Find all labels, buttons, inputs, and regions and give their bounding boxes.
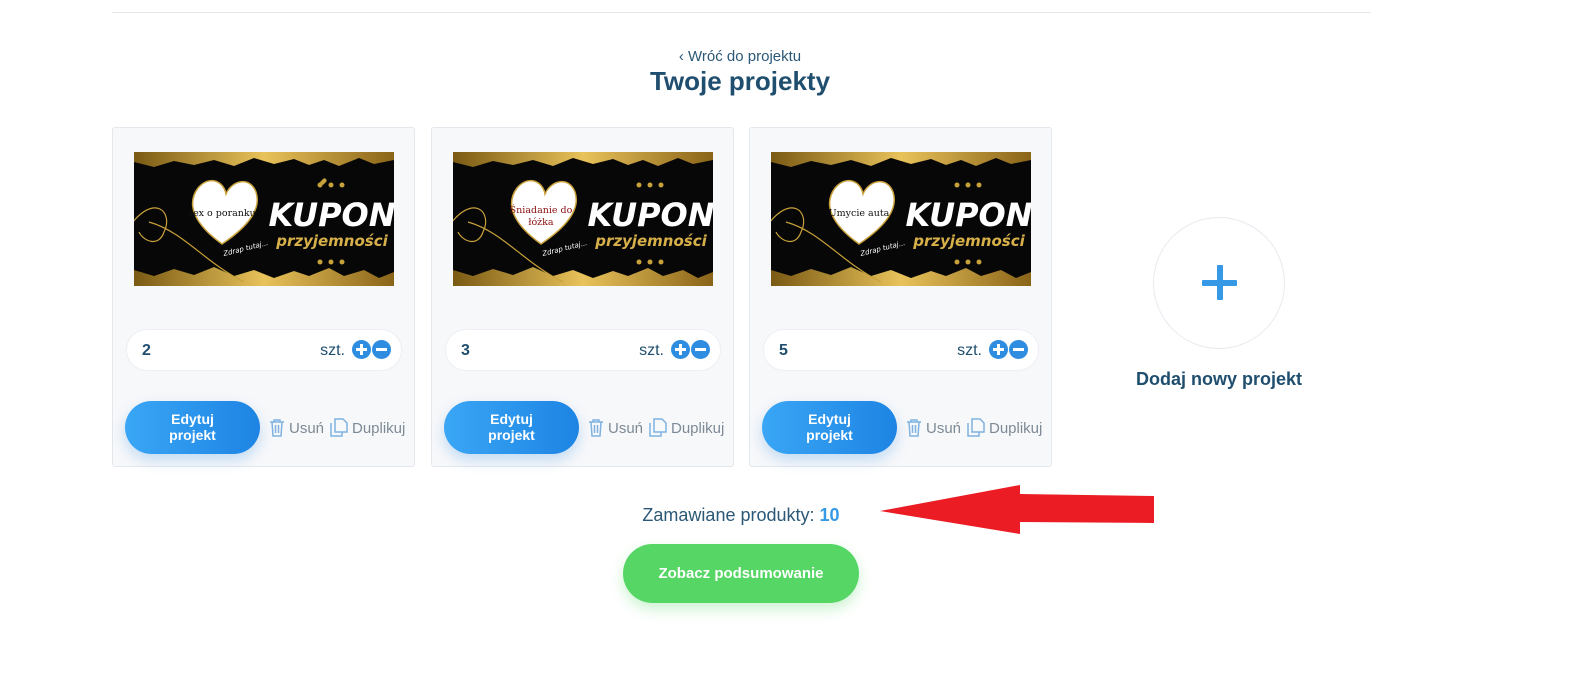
scratch-hint-text: Zdrap tutaj... [222,239,269,258]
copy-icon [967,418,985,437]
edit-button-label-line1: Edytuj [808,411,851,427]
edit-project-button[interactable]: Edytuj projekt [125,401,260,454]
scratch-hint-text: Zdrap tutaj... [859,239,906,258]
edit-button-label-line2: projekt [169,427,216,443]
edit-project-button[interactable]: Edytuj projekt [762,401,897,454]
project-card: Zdrap tutaj... KUPON przyjemności Umycie… [749,127,1052,467]
add-project-button[interactable] [1153,217,1285,349]
edit-button-label-line2: projekt [488,427,535,443]
copy-icon [649,418,667,437]
summary-label: Zamawiane produkty: [642,505,815,525]
project-card: Zdrap tutaj... KUPON przyjemności sex o … [112,127,415,467]
view-summary-button[interactable]: Zobacz podsumowanie [623,544,859,603]
minus-circle-icon[interactable] [372,340,391,359]
quantity-stepper: 5 szt. [763,329,1039,371]
coupon-subtitle: przyjemności [912,232,1025,250]
minus-circle-icon[interactable] [691,340,710,359]
quantity-value[interactable]: 5 [779,342,788,360]
delete-label: Usuń [289,420,325,437]
trash-icon [270,419,284,437]
order-summary: Zamawiane produkty: 10 [0,505,1482,526]
edit-button-label-line1: Edytuj [490,411,533,427]
coupon-thumbnail: Zdrap tutaj... KUPON przyjemności Umycie… [771,152,1031,286]
delete-label: Usuń [926,420,962,437]
plus-circle-icon[interactable] [352,340,371,359]
scratch-hint-text: Zdrap tutaj... [541,239,588,258]
plus-circle-icon[interactable] [989,340,1008,359]
quantity-value[interactable]: 3 [461,342,470,360]
coupon-title: KUPON [905,196,1031,234]
duplicate-label: Duplikuj [989,420,1043,437]
top-divider [112,12,1371,13]
page-title: Twoje projekty [649,66,831,96]
copy-icon [330,418,348,437]
plus-circle-icon[interactable] [671,340,690,359]
quantity-stepper: 3 szt. [445,329,721,371]
minus-circle-icon[interactable] [1009,340,1028,359]
coupon-title: KUPON [587,196,713,234]
summary-count: 10 [819,505,840,525]
coupon-text: Umycie auta [828,208,890,219]
edit-project-button[interactable]: Edytuj projekt [444,401,579,454]
coupon-artwork: Zdrap tutaj... KUPON przyjemności [771,152,1031,286]
quantity-unit: szt. [320,342,345,359]
back-to-project-link[interactable]: ‹ Wróć do projektu [0,48,1480,65]
coupon-artwork: Zdrap tutaj... KUPON przyjemności [134,152,394,286]
edit-button-label-line2: projekt [806,427,853,443]
coupon-title: KUPON [268,196,394,234]
coupon-thumbnail: Zdrap tutaj... KUPON przyjemności sex o … [134,152,394,286]
project-card: Zdrap tutaj... KUPON przyjemności Śniada… [431,127,734,467]
coupon-subtitle: przyjemności [594,232,707,250]
edit-button-label-line1: Edytuj [171,411,214,427]
coupon-text: Śniadanie do łóżka [509,205,573,228]
quantity-stepper: 2 szt. [126,329,402,371]
annotation-arrow [880,485,1154,534]
duplicate-label: Duplikuj [352,420,406,437]
quantity-unit: szt. [957,342,982,359]
add-project-label[interactable]: Dodaj nowy projekt [1099,369,1339,390]
trash-icon [589,419,603,437]
plus-icon-vertical [1217,265,1223,300]
coupon-text: sex o poranku [188,208,256,219]
coupon-subtitle: przyjemności [275,232,388,250]
trash-icon [907,419,921,437]
quantity-unit: szt. [639,342,664,359]
coupon-thumbnail: Zdrap tutaj... KUPON przyjemności Śniada… [453,152,713,286]
delete-label: Usuń [608,420,644,437]
duplicate-label: Duplikuj [671,420,725,437]
coupon-artwork: Zdrap tutaj... KUPON przyjemności [453,152,713,286]
quantity-value[interactable]: 2 [142,342,151,360]
